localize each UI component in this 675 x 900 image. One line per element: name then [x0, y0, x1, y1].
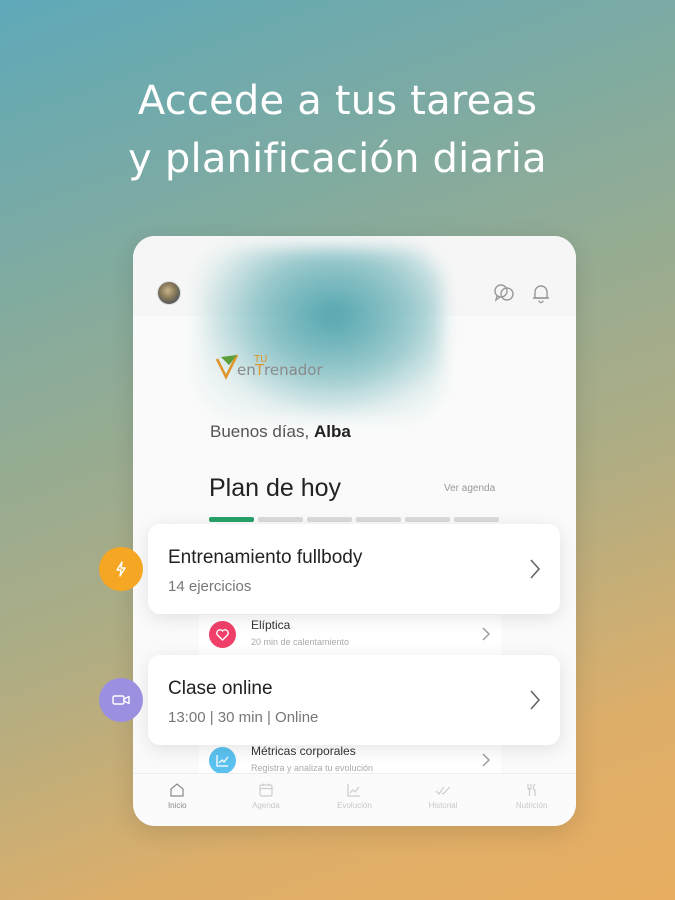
chevron-right-icon [482, 627, 490, 641]
progress-segment [405, 517, 450, 522]
trend-icon [347, 784, 361, 797]
progress-segment [454, 517, 499, 522]
nav-item-inicio[interactable]: Inicio [133, 774, 222, 826]
progress-segment [356, 517, 401, 522]
svg-text:en: en [237, 361, 256, 379]
nav-label: Evolución [337, 801, 372, 810]
nav-label: Nutrición [515, 801, 548, 810]
plan-title: Plan de hoy [209, 474, 342, 502]
heart-icon [209, 621, 236, 648]
card-subtitle: 13:00 | 30 min | Online [168, 709, 319, 726]
chevron-right-icon [530, 690, 541, 710]
card-title: Clase online [168, 678, 273, 699]
blurred-header-image [198, 248, 443, 418]
bell-icon[interactable] [530, 282, 552, 304]
headline-line-2: y planificación diaria [128, 136, 547, 182]
card-entrenamiento[interactable]: Entrenamiento fullbody 14 ejercicios [148, 524, 560, 614]
nav-item-historial[interactable]: Historial [399, 774, 488, 826]
chevron-right-icon [530, 559, 541, 579]
bottom-navigation: Inicio Agenda Evolución Historial Nutric… [133, 773, 576, 826]
calendar-icon [259, 783, 273, 797]
chart-icon [209, 747, 236, 774]
user-name: Alba [313, 422, 351, 441]
card-title: Entrenamiento fullbody [168, 547, 363, 568]
progress-segment [307, 517, 352, 522]
progress-segment [209, 517, 254, 522]
plan-progress-bar [209, 517, 499, 522]
chat-icon[interactable] [493, 282, 515, 304]
nav-item-evolucion[interactable]: Evolución [310, 774, 399, 826]
nav-label: Historial [428, 801, 458, 810]
avatar[interactable] [157, 281, 181, 305]
home-icon [170, 783, 184, 797]
ventuentrenador-logo: en TU T renador [215, 347, 345, 381]
svg-text:renador: renador [264, 361, 323, 379]
list-item-eliptica[interactable]: Elíptica 20 min de calentamiento [199, 615, 501, 656]
nav-label: Inicio [167, 801, 187, 810]
greeting: Buenos días, Alba [210, 422, 351, 442]
card-clase-online[interactable]: Clase online 13:00 | 30 min | Online [148, 655, 560, 745]
nav-item-nutricion[interactable]: Nutrición [487, 774, 576, 826]
list-item-title: Elíptica [251, 618, 291, 632]
cutlery-icon [527, 783, 536, 796]
list-item-title: Métricas corporales [251, 744, 356, 758]
card-subtitle: 14 ejercicios [168, 578, 252, 595]
nav-label: Agenda [252, 801, 280, 810]
chevron-right-icon [482, 753, 490, 767]
headline: Accede a tus tareas y planificación diar… [0, 72, 675, 188]
list-item-subtitle: 20 min de calentamiento [251, 637, 350, 647]
list-item-subtitle: Registra y analiza tu evolución [251, 763, 374, 773]
video-camera-icon [99, 678, 143, 722]
progress-segment [258, 517, 303, 522]
greeting-prefix: Buenos días, [210, 422, 310, 441]
nav-item-agenda[interactable]: Agenda [222, 774, 311, 826]
agenda-link[interactable]: Ver agenda [444, 483, 495, 494]
check-icon [435, 786, 451, 795]
lightning-icon [99, 547, 143, 591]
headline-line-1: Accede a tus tareas [137, 78, 538, 124]
